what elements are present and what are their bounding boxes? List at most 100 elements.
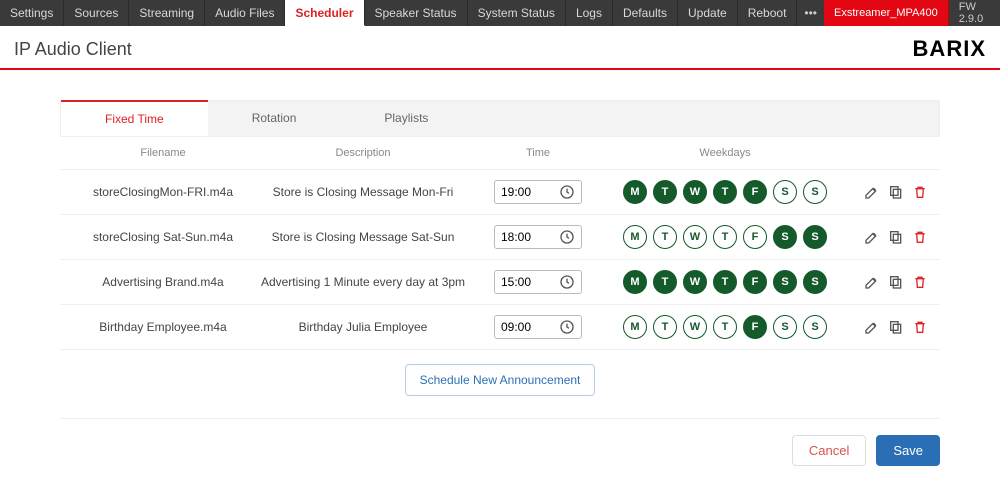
day-toggle[interactable]: F (743, 315, 767, 339)
time-input-wrap[interactable] (494, 225, 582, 249)
cell-description: Advertising 1 Minute every day at 3pm (258, 275, 468, 289)
day-toggle[interactable]: S (773, 180, 797, 204)
day-toggle[interactable]: T (653, 225, 677, 249)
cell-actions (842, 274, 932, 290)
day-toggle[interactable]: M (623, 270, 647, 294)
edit-icon[interactable] (864, 229, 880, 245)
nav-tab-audio-files[interactable]: Audio Files (205, 0, 285, 26)
time-input[interactable] (501, 275, 545, 289)
col-description: Description (258, 147, 468, 159)
day-toggle[interactable]: T (653, 180, 677, 204)
cell-actions (842, 184, 932, 200)
page-title: IP Audio Client (14, 39, 132, 60)
day-toggle[interactable]: S (773, 225, 797, 249)
day-toggle[interactable]: F (743, 180, 767, 204)
time-input-wrap[interactable] (494, 270, 582, 294)
nav-tab-settings[interactable]: Settings (0, 0, 64, 26)
schedule-new-button[interactable]: Schedule New Announcement (405, 364, 596, 396)
nav-tab-logs[interactable]: Logs (566, 0, 613, 26)
day-toggle[interactable]: F (743, 270, 767, 294)
nav-tab-reboot[interactable]: Reboot (738, 0, 798, 26)
subtab-fixed-time[interactable]: Fixed Time (61, 100, 208, 136)
day-toggle[interactable]: T (713, 315, 737, 339)
day-toggle[interactable]: W (683, 180, 707, 204)
day-toggle[interactable]: F (743, 225, 767, 249)
nav-tab-scheduler[interactable]: Scheduler (285, 0, 364, 26)
cell-weekdays: MTWTFSS (608, 315, 842, 339)
clock-icon (559, 274, 575, 290)
cancel-button[interactable]: Cancel (792, 435, 866, 466)
table-header: Filename Description Time Weekdays (60, 137, 940, 170)
col-time: Time (468, 147, 608, 159)
nav-tab-update[interactable]: Update (678, 0, 738, 26)
copy-icon[interactable] (888, 184, 904, 200)
delete-icon[interactable] (912, 184, 928, 200)
time-input-wrap[interactable] (494, 315, 582, 339)
cell-filename: Birthday Employee.m4a (68, 320, 258, 334)
content-area: Fixed TimeRotationPlaylists Filename Des… (0, 70, 1000, 486)
nav-tab-streaming[interactable]: Streaming (129, 0, 205, 26)
subtab-playlists[interactable]: Playlists (340, 101, 472, 136)
day-toggle[interactable]: W (683, 225, 707, 249)
clock-icon (559, 184, 575, 200)
day-toggle[interactable]: T (653, 270, 677, 294)
day-toggle[interactable]: S (773, 270, 797, 294)
device-badge: Exstreamer_MPA400 (824, 0, 949, 26)
cell-actions (842, 319, 932, 335)
time-input[interactable] (501, 320, 545, 334)
time-input[interactable] (501, 185, 545, 199)
day-toggle[interactable]: S (803, 270, 827, 294)
delete-icon[interactable] (912, 229, 928, 245)
edit-icon[interactable] (864, 319, 880, 335)
brand-logo: BARIX (913, 36, 986, 62)
table-row: Birthday Employee.m4aBirthday Julia Empl… (60, 305, 940, 350)
firmware-badge: FW 2.9.0 (949, 0, 1000, 26)
clock-icon (559, 229, 575, 245)
cell-time (468, 180, 608, 204)
day-toggle[interactable]: W (683, 315, 707, 339)
nav-tab-defaults[interactable]: Defaults (613, 0, 678, 26)
day-toggle[interactable]: W (683, 270, 707, 294)
save-button[interactable]: Save (876, 435, 940, 466)
day-toggle[interactable]: S (803, 180, 827, 204)
day-toggle[interactable]: M (623, 180, 647, 204)
cell-time (468, 315, 608, 339)
time-input-wrap[interactable] (494, 180, 582, 204)
col-filename: Filename (68, 147, 258, 159)
day-toggle[interactable]: T (653, 315, 677, 339)
top-nav: SettingsSourcesStreamingAudio FilesSched… (0, 0, 1000, 26)
day-toggle[interactable]: M (623, 225, 647, 249)
cell-time (468, 225, 608, 249)
delete-icon[interactable] (912, 319, 928, 335)
clock-icon (559, 319, 575, 335)
cell-filename: storeClosing Sat-Sun.m4a (68, 230, 258, 244)
edit-icon[interactable] (864, 274, 880, 290)
nav-tab-system-status[interactable]: System Status (468, 0, 566, 26)
nav-more[interactable]: ••• (797, 0, 824, 26)
cell-description: Store is Closing Message Mon-Fri (258, 185, 468, 199)
cell-filename: Advertising Brand.m4a (68, 275, 258, 289)
day-toggle[interactable]: S (803, 315, 827, 339)
day-toggle[interactable]: T (713, 225, 737, 249)
day-toggle[interactable]: T (713, 180, 737, 204)
cell-time (468, 270, 608, 294)
day-toggle[interactable]: T (713, 270, 737, 294)
copy-icon[interactable] (888, 319, 904, 335)
scheduler-subtabs: Fixed TimeRotationPlaylists (60, 100, 940, 137)
cell-description: Store is Closing Message Sat-Sun (258, 230, 468, 244)
nav-tab-speaker-status[interactable]: Speaker Status (365, 0, 468, 26)
edit-icon[interactable] (864, 184, 880, 200)
copy-icon[interactable] (888, 274, 904, 290)
copy-icon[interactable] (888, 229, 904, 245)
day-toggle[interactable]: S (803, 225, 827, 249)
col-weekdays: Weekdays (608, 147, 842, 159)
day-toggle[interactable]: M (623, 315, 647, 339)
table-row: Advertising Brand.m4aAdvertising 1 Minut… (60, 260, 940, 305)
subtab-rotation[interactable]: Rotation (208, 101, 341, 136)
time-input[interactable] (501, 230, 545, 244)
delete-icon[interactable] (912, 274, 928, 290)
cell-filename: storeClosingMon-FRI.m4a (68, 185, 258, 199)
cell-weekdays: MTWTFSS (608, 225, 842, 249)
day-toggle[interactable]: S (773, 315, 797, 339)
nav-tab-sources[interactable]: Sources (64, 0, 129, 26)
